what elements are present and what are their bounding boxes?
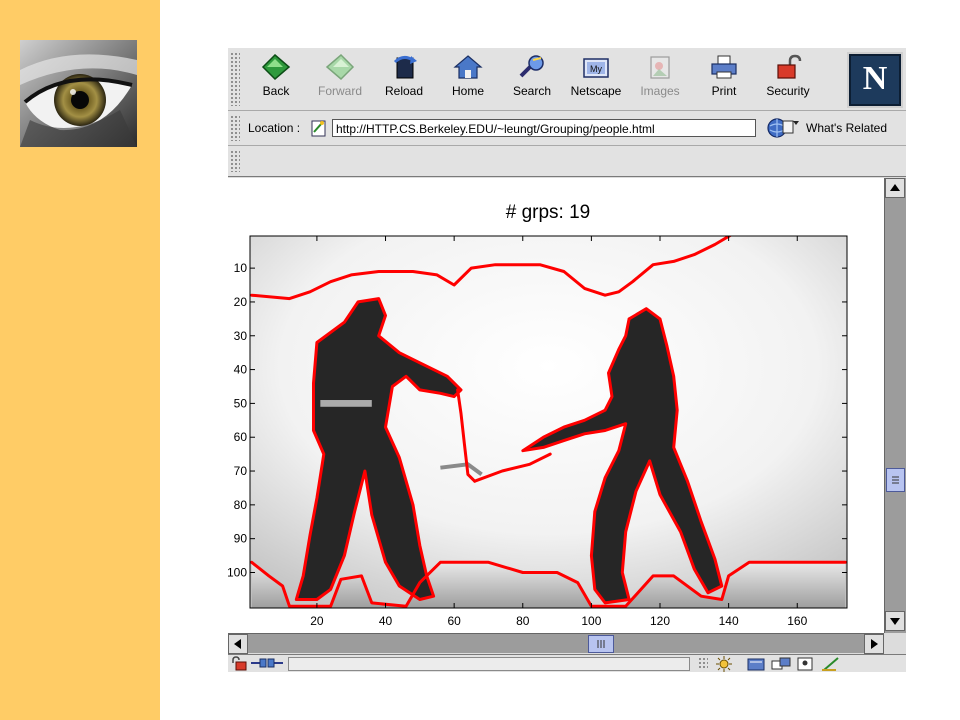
search-label: Search — [512, 84, 552, 98]
address-book-icon[interactable] — [797, 657, 813, 671]
security-button[interactable]: Security — [757, 54, 819, 106]
horizontal-scrollbar[interactable] — [228, 633, 884, 654]
location-label: Location : — [248, 121, 301, 135]
home-label: Home — [451, 84, 484, 98]
page-content: # grps: 19 20 40 60 80 100 120 140 160 10 20 30 40 5… — [228, 178, 884, 633]
sidebar-panel — [0, 0, 160, 720]
search-button[interactable]: Search — [501, 54, 563, 106]
segmentation-plot: # grps: 19 20 40 60 80 100 120 140 160 10 20 30 40 5… — [228, 202, 848, 628]
arrow-down-icon — [890, 618, 900, 625]
scroll-right-button[interactable] — [864, 634, 884, 654]
forward-arrow-icon — [325, 54, 355, 80]
personal-toolbar-grip[interactable] — [230, 150, 240, 172]
url-input[interactable]: http://HTTP.CS.Berkeley.EDU/~leungt/Grou… — [332, 119, 756, 137]
eye-logo-image — [20, 40, 137, 147]
composer-icon[interactable] — [822, 657, 839, 671]
security-label: Security — [766, 84, 810, 98]
home-button[interactable]: Home — [437, 54, 499, 106]
my-netscape-button[interactable]: My Netscape — [565, 54, 627, 106]
x-tick-label: 120 — [650, 614, 670, 628]
navigator-sun-icon[interactable] — [716, 656, 732, 672]
x-tick-label: 60 — [447, 614, 461, 628]
toolbar-grip[interactable] — [230, 52, 240, 106]
page-proxy-icon[interactable] — [310, 118, 328, 138]
svg-text:My: My — [590, 64, 602, 74]
netscape-logo[interactable]: N — [847, 52, 903, 108]
y-tick-label: 20 — [234, 295, 248, 309]
scroll-down-button[interactable] — [885, 611, 905, 631]
x-tick-label: 140 — [719, 614, 739, 628]
scroll-up-button[interactable] — [885, 178, 905, 198]
x-tick-label: 160 — [787, 614, 807, 628]
arrow-up-icon — [890, 184, 900, 191]
back-label: Back — [262, 84, 290, 98]
reload-button[interactable]: Reload — [373, 54, 435, 106]
forward-button[interactable]: Forward — [309, 54, 371, 106]
y-tick-label: 10 — [234, 261, 248, 275]
component-bar-grip[interactable] — [698, 657, 708, 670]
location-grip[interactable] — [230, 115, 240, 141]
plot-title: # grps: 19 — [506, 202, 591, 223]
x-tick-label: 100 — [581, 614, 601, 628]
back-button[interactable]: Back — [245, 54, 307, 106]
y-tick-label: 70 — [234, 464, 248, 478]
images-button[interactable]: Images — [629, 54, 691, 106]
x-tick-label: 80 — [516, 614, 530, 628]
netscape-logo-letter: N — [862, 60, 888, 97]
security-lock-icon — [777, 54, 802, 79]
unlocked-padlock-icon[interactable] — [230, 656, 248, 671]
home-icon — [453, 55, 483, 79]
print-icon — [711, 55, 737, 79]
scroll-left-button[interactable] — [228, 634, 248, 654]
navigation-toolbar: Back Forward Reload Home Search My Netsc… — [228, 48, 906, 111]
print-button[interactable]: Print — [693, 54, 755, 106]
reload-label: Reload — [384, 84, 424, 98]
personal-toolbar — [228, 146, 906, 177]
belt-stripe — [320, 400, 372, 407]
images-icon — [650, 56, 670, 79]
back-arrow-icon — [261, 54, 291, 80]
vertical-scroll-thumb[interactable] — [886, 468, 905, 492]
newsgroups-icon[interactable] — [771, 657, 791, 670]
grip-lines-icon — [892, 476, 899, 484]
connection-plug-icon[interactable] — [250, 657, 284, 670]
status-bar — [228, 654, 906, 672]
y-tick-label: 30 — [234, 329, 248, 343]
photo-layer — [250, 236, 847, 608]
netscape-label: Netscape — [570, 84, 622, 98]
grip-lines-icon — [597, 640, 605, 648]
my-netscape-icon: My — [583, 58, 609, 78]
horizontal-scroll-thumb[interactable] — [588, 635, 614, 653]
arrow-right-icon — [871, 639, 878, 649]
y-tick-label: 60 — [234, 430, 248, 444]
component-bar — [716, 656, 839, 672]
arrow-left-icon — [234, 639, 241, 649]
print-label: Print — [711, 84, 737, 98]
browser-window: Back Forward Reload Home Search My Netsc… — [228, 48, 906, 672]
y-tick-label: 90 — [234, 532, 248, 546]
search-icon — [519, 55, 544, 78]
status-message-field — [288, 657, 690, 671]
images-label: Images — [640, 84, 680, 98]
y-tick-label: 80 — [234, 498, 248, 512]
reload-icon — [393, 55, 417, 79]
whats-related-label[interactable]: What's Related — [806, 121, 887, 135]
vertical-scrollbar[interactable] — [884, 178, 906, 633]
x-tick-label: 20 — [310, 614, 324, 628]
x-tick-label: 40 — [379, 614, 393, 628]
forward-label: Forward — [317, 84, 362, 98]
y-tick-label: 40 — [234, 363, 248, 377]
y-tick-label: 50 — [234, 396, 248, 410]
y-tick-label: 100 — [228, 565, 247, 579]
whats-related-icon[interactable] — [766, 117, 800, 139]
mail-icon[interactable] — [747, 658, 765, 671]
location-bar: Location : http://HTTP.CS.Berkeley.EDU/~… — [228, 111, 906, 146]
